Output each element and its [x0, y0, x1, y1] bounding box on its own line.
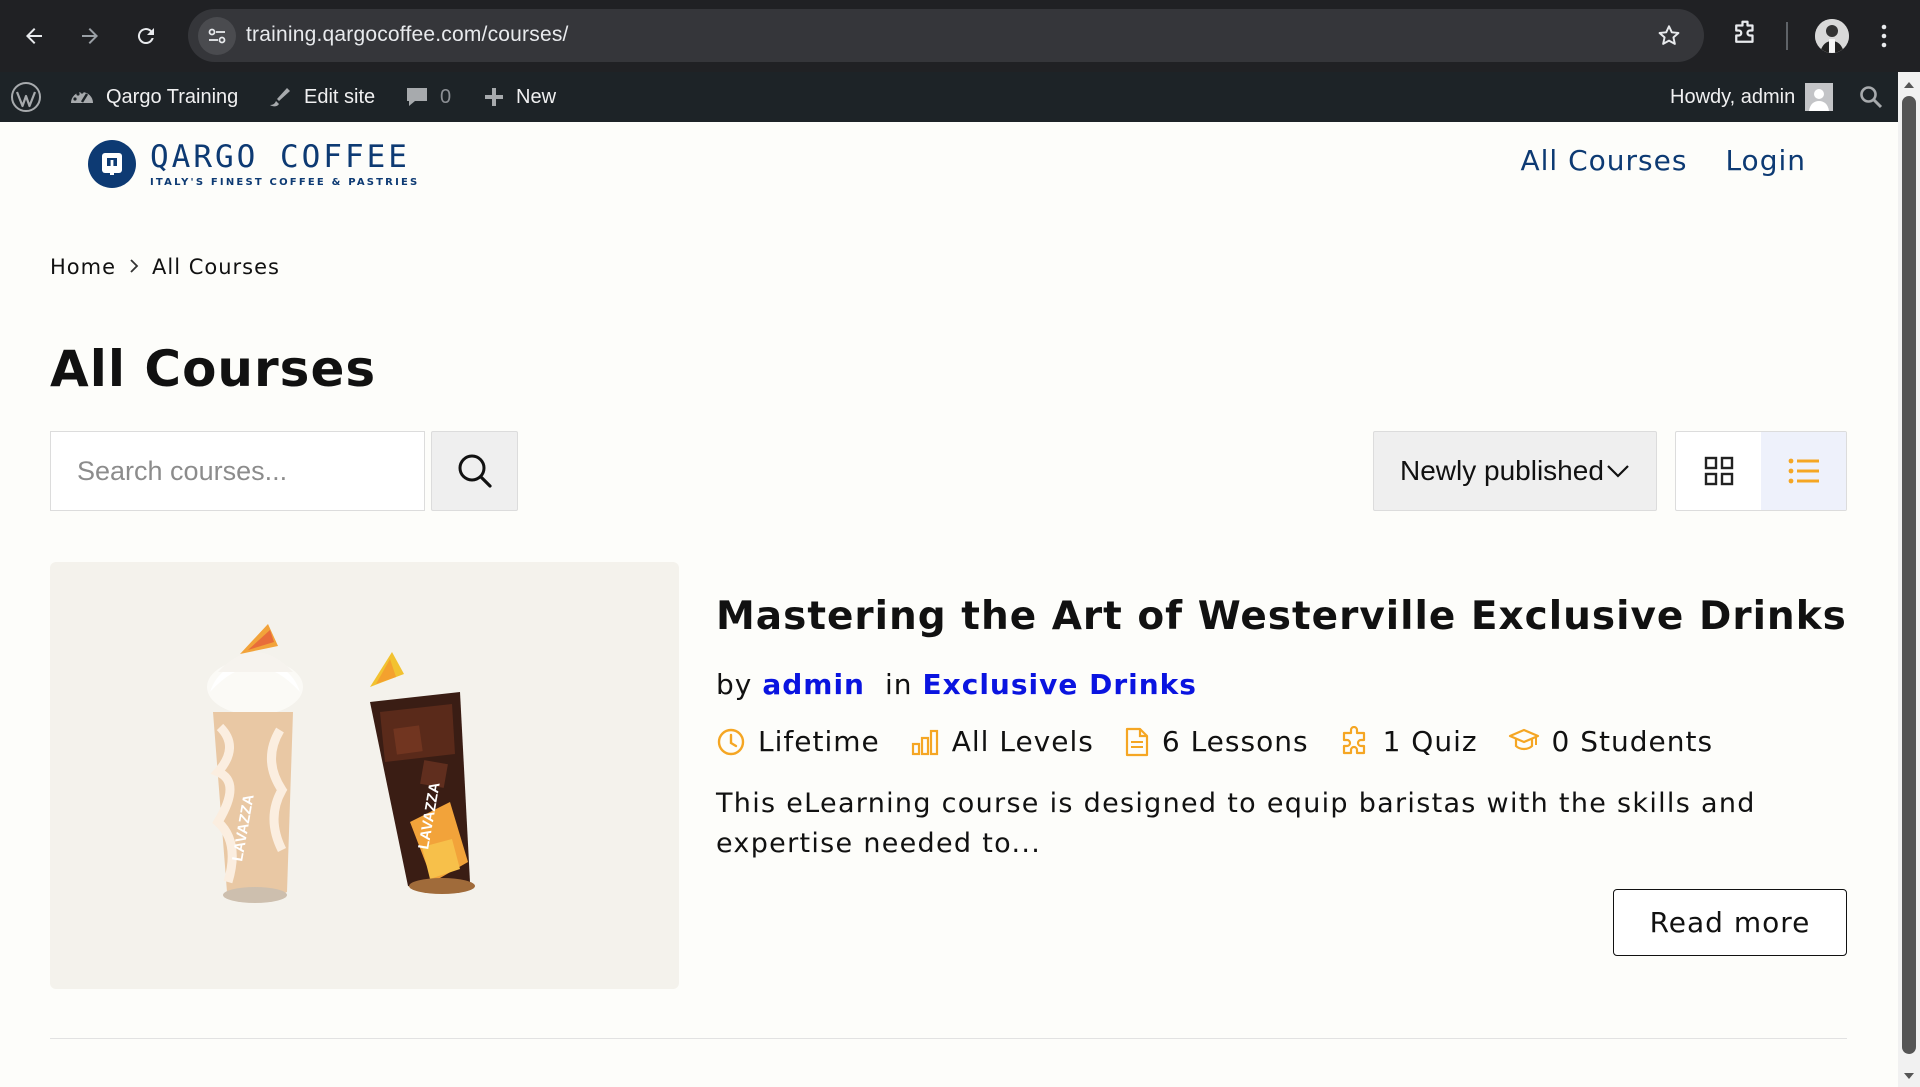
read-more-button[interactable]: Read more: [1613, 889, 1847, 956]
edit-site-label: Edit site: [304, 85, 376, 108]
comments-count: 0: [440, 85, 452, 108]
back-button[interactable]: [16, 18, 52, 54]
site-name-menu[interactable]: Qargo Training: [68, 72, 238, 122]
site-info-icon[interactable]: [198, 17, 236, 55]
meta-students: 0 Students: [1508, 725, 1714, 758]
nav-all-courses[interactable]: All Courses: [1520, 144, 1687, 177]
clock-icon: [717, 728, 745, 755]
drinks-image: LAVAZZA LAVAZZA: [207, 624, 475, 903]
list-view-button[interactable]: [1761, 432, 1846, 510]
chevron-down-icon: [1607, 465, 1629, 478]
puzzle-icon: [1342, 725, 1365, 754]
reload-icon: [137, 28, 154, 45]
forward-button[interactable]: [72, 18, 108, 54]
logo-tagline: ITALY'S FINEST COFFEE & PASTRIES: [150, 176, 420, 188]
document-icon: [1125, 727, 1148, 756]
view-toggle: [1675, 431, 1847, 511]
search-icon: [458, 454, 492, 488]
page-scrollbar[interactable]: [1898, 72, 1920, 1087]
students-text: 0 Students: [1551, 725, 1714, 758]
breadcrumb-home[interactable]: Home: [50, 255, 116, 279]
wp-admin-bar: Qargo Training Edit site 0 New Howdy, ad…: [0, 72, 1920, 122]
lessons-text: 6 Lessons: [1161, 725, 1309, 758]
sort-selected-value: Newly published: [1400, 455, 1604, 486]
adminbar-search-icon[interactable]: [1858, 72, 1884, 122]
meta-level: All Levels: [910, 725, 1094, 758]
graduation-cap-icon: [1508, 728, 1539, 750]
qargo-logo-icon: [88, 140, 136, 188]
course-meta: Lifetime All Levels 6 Lessons 1 Quiz 0 S…: [716, 725, 1743, 758]
my-account-menu[interactable]: Howdy, admin: [1670, 72, 1834, 122]
by-label: by: [716, 668, 753, 701]
site-header: QARGO COFFEE ITALY'S FINEST COFFEE & PAS…: [0, 122, 1898, 222]
extensions-icon[interactable]: [1730, 18, 1760, 52]
site-logo[interactable]: QARGO COFFEE ITALY'S FINEST COFFEE & PAS…: [88, 140, 419, 188]
dashboard-icon: [71, 90, 93, 103]
course-category-link[interactable]: Exclusive Drinks: [923, 668, 1197, 701]
course-excerpt: This eLearning course is designed to equ…: [716, 788, 1756, 859]
profile-avatar[interactable]: [1815, 19, 1849, 53]
meta-quiz: 1 Quiz: [1339, 725, 1478, 758]
browser-menu-icon[interactable]: [1872, 18, 1896, 58]
chevron-right-icon: [128, 255, 140, 279]
quiz-text: 1 Quiz: [1382, 725, 1478, 758]
url-text[interactable]: training.qargocoffee.com/courses/: [246, 23, 569, 47]
course-divider: [50, 1038, 1847, 1039]
scroll-up-arrow-icon[interactable]: [1904, 82, 1914, 88]
sort-select[interactable]: Newly published: [1373, 431, 1657, 511]
howdy-label: Howdy, admin: [1670, 85, 1796, 108]
toolbar-separator: [1786, 22, 1788, 50]
in-label: in: [885, 668, 913, 701]
plus-icon: [485, 88, 503, 106]
new-label: New: [516, 85, 557, 108]
user-avatar-icon: [1805, 83, 1834, 111]
level-text: All Levels: [951, 725, 1094, 758]
site-name-label: Qargo Training: [106, 85, 239, 108]
level-bars-icon: [911, 729, 938, 755]
new-content-menu[interactable]: New: [482, 72, 556, 122]
course-title[interactable]: Mastering the Art of Westerville Exclusi…: [716, 594, 1847, 639]
page-title: All Courses: [50, 340, 377, 398]
course-byline: by admin in Exclusive Drinks: [716, 668, 1197, 701]
brush-icon: [270, 88, 290, 107]
course-thumbnail[interactable]: LAVAZZA LAVAZZA: [50, 562, 679, 989]
wordpress-logo-icon[interactable]: [10, 72, 42, 122]
comments-link[interactable]: 0: [404, 72, 451, 122]
edit-site-link[interactable]: Edit site: [266, 72, 375, 122]
meta-duration: Lifetime: [716, 725, 880, 758]
reload-button[interactable]: [128, 18, 164, 54]
nav-login[interactable]: Login: [1725, 144, 1806, 177]
scrollbar-thumb[interactable]: [1902, 96, 1916, 1054]
duration-text: Lifetime: [758, 725, 880, 758]
logo-name: QARGO COFFEE: [150, 138, 410, 175]
arrow-left-icon: [26, 28, 42, 44]
scroll-down-arrow-icon[interactable]: [1904, 1073, 1914, 1079]
breadcrumb-current: All Courses: [152, 255, 280, 279]
meta-lessons: 6 Lessons: [1124, 725, 1309, 758]
list-icon: [1788, 458, 1819, 484]
comment-bubble-icon: [407, 88, 427, 106]
grid-view-button[interactable]: [1676, 432, 1761, 510]
course-author-link[interactable]: admin: [762, 668, 865, 701]
browser-toolbar: training.qargocoffee.com/courses/: [0, 0, 1920, 72]
grid-icon: [1704, 456, 1733, 486]
arrow-right-icon: [82, 28, 98, 44]
search-button[interactable]: [431, 431, 518, 511]
bookmark-star-icon[interactable]: [1656, 23, 1682, 53]
search-input[interactable]: [50, 431, 425, 511]
address-bar[interactable]: training.qargocoffee.com/courses/: [188, 9, 1704, 62]
breadcrumb: Home All Courses: [50, 255, 280, 279]
main-navigation: All Courses Login: [1520, 144, 1806, 177]
